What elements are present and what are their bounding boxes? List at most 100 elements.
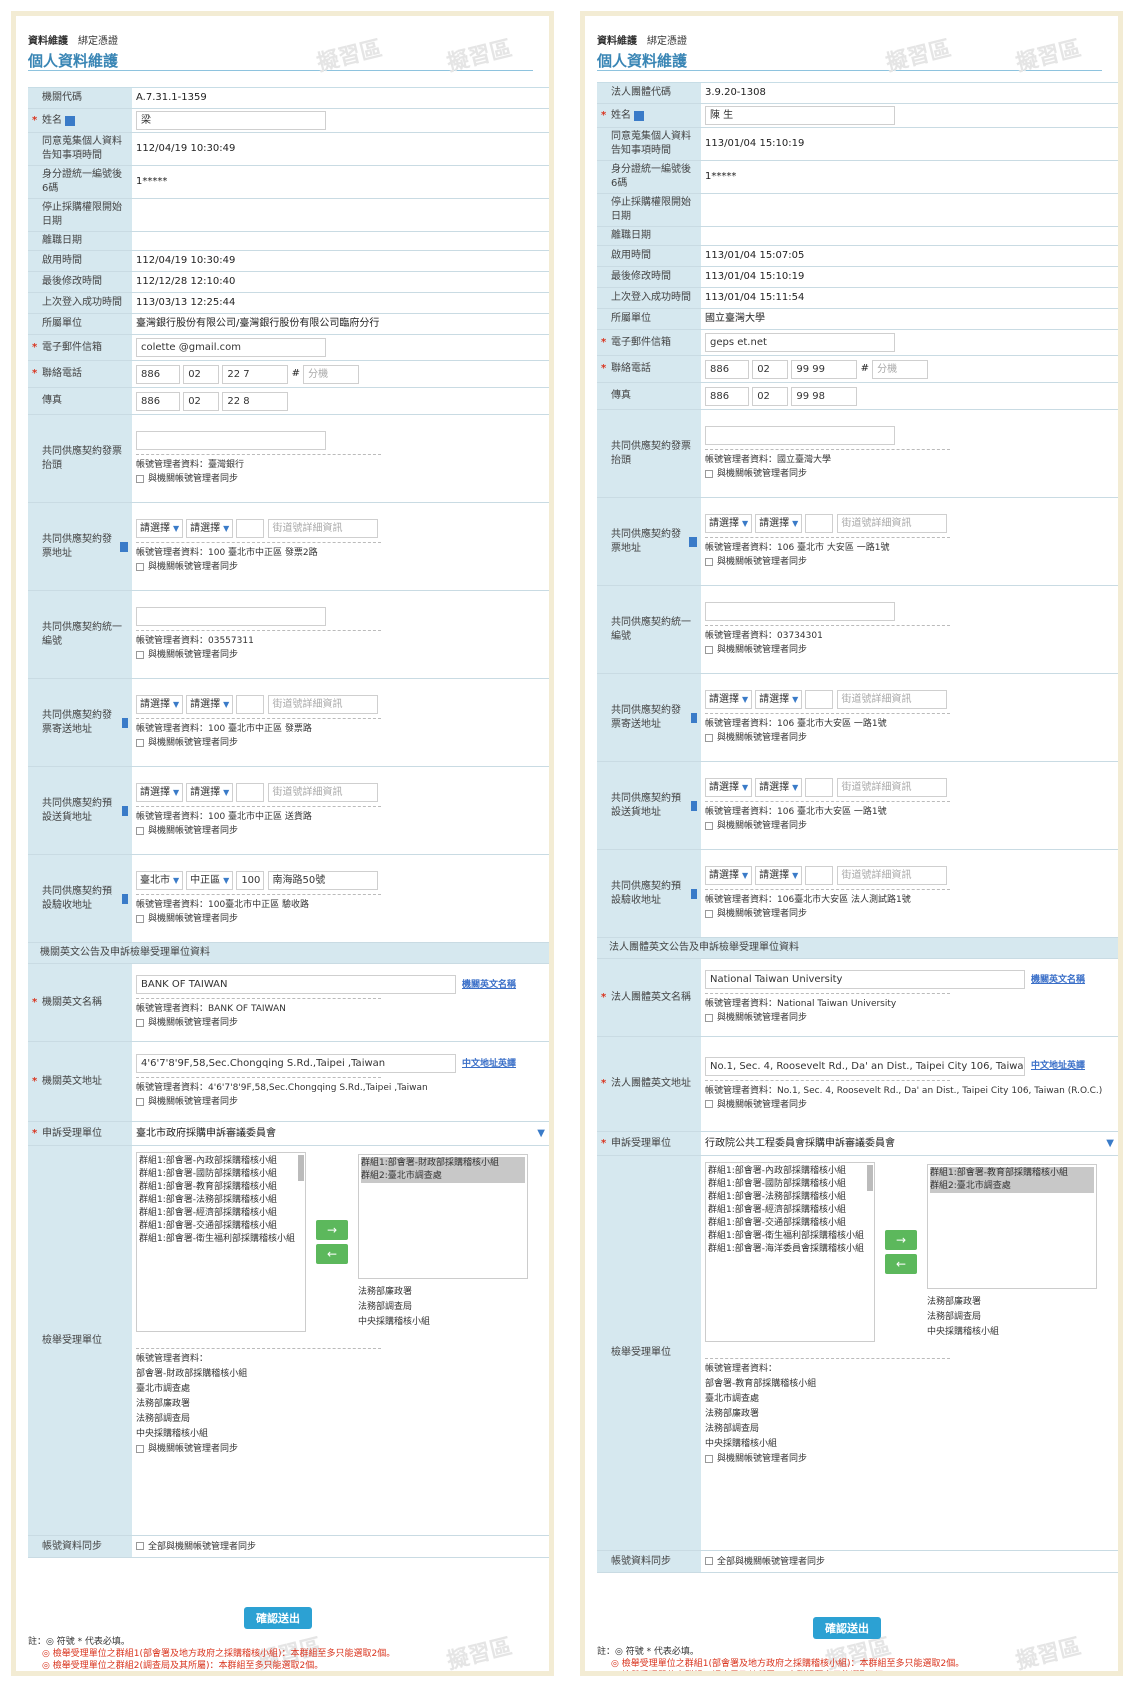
sync-checkbox[interactable]: 與機關帳號管理者同步	[705, 907, 1114, 921]
checkbox-icon[interactable]	[136, 474, 144, 483]
help-icon[interactable]	[690, 712, 697, 723]
phone-number-input[interactable]: 99 99	[791, 359, 858, 379]
complaint-unit-select[interactable]: 行政院公共工程委員會採購申訴審議委員會 ▼	[705, 1137, 1114, 1151]
zip-input[interactable]: 100	[236, 870, 265, 890]
help-icon[interactable]	[121, 893, 128, 904]
english-name-link[interactable]: 機關英文名稱	[462, 978, 516, 992]
street-input[interactable]: 街道號詳細資訊	[836, 777, 947, 797]
sync-checkbox[interactable]: 與機關帳號管理者同步	[705, 467, 1114, 481]
checkbox-icon[interactable]	[136, 1018, 144, 1027]
street-input[interactable]: 街道號詳細資訊	[267, 694, 378, 714]
phone-area-input[interactable]: 02	[183, 364, 220, 384]
city-select[interactable]: 請選擇 ▼	[705, 514, 753, 534]
fax-country-input[interactable]: 886	[136, 391, 180, 411]
dropdown-arrow-icon[interactable]: ▼	[537, 1127, 545, 1141]
sync-checkbox[interactable]: 與機關帳號管理者同步	[705, 1452, 1114, 1466]
zip-input[interactable]	[236, 694, 265, 714]
checkbox-icon[interactable]	[705, 557, 713, 566]
report-option[interactable]: 群組1:部會署-海洋委員會採購稽核小組	[708, 1243, 872, 1256]
checkbox-icon[interactable]	[136, 1097, 144, 1106]
checkbox-icon[interactable]	[705, 1557, 713, 1565]
district-select[interactable]: 請選擇 ▼	[755, 690, 803, 710]
account-sync-checkbox[interactable]: 全部與機關帳號管理者同步	[136, 1540, 545, 1554]
invoice-title-input[interactable]	[705, 426, 895, 445]
street-input[interactable]: 街道號詳細資訊	[267, 782, 378, 802]
checkbox-icon[interactable]	[136, 650, 144, 659]
report-option[interactable]: 群組1:部會署-國防部採購稽核小組	[708, 1178, 872, 1191]
city-select[interactable]: 請選擇 ▼	[705, 866, 753, 886]
fax-country-input[interactable]: 886	[705, 386, 749, 406]
help-icon[interactable]	[65, 115, 75, 126]
phone-ext-input[interactable]: 分機	[872, 359, 929, 379]
zip-input[interactable]	[805, 689, 834, 709]
move-right-button[interactable]: →	[885, 1230, 917, 1250]
report-option[interactable]: 群組1:部會署-經濟部採購稽核小組	[139, 1207, 303, 1220]
sync-checkbox[interactable]: 與機關帳號管理者同步	[705, 819, 1114, 833]
district-select[interactable]: 請選擇 ▼	[186, 695, 234, 715]
tab-bind-certificate[interactable]: 綁定憑證	[647, 36, 687, 47]
email-input[interactable]: colette @gmail.com	[136, 338, 326, 357]
street-input[interactable]: 街道號詳細資訊	[267, 518, 378, 538]
report-option[interactable]: 群組1:部會署-衛生福利部採購稽核小組	[139, 1233, 303, 1246]
report-option[interactable]: 群組1:部會署-衛生福利部採購稽核小組	[708, 1230, 872, 1243]
zip-input[interactable]	[236, 518, 265, 538]
english-name-input[interactable]: National Taiwan University	[705, 970, 1025, 989]
english-name-link[interactable]: 機關英文名稱	[1031, 973, 1085, 987]
help-icon[interactable]	[690, 800, 697, 811]
sync-checkbox[interactable]: 與機關帳號管理者同步	[705, 731, 1114, 745]
district-select[interactable]: 請選擇 ▼	[186, 519, 234, 539]
help-icon[interactable]	[689, 536, 697, 547]
checkbox-icon[interactable]	[705, 1454, 713, 1463]
tax-id-input[interactable]	[705, 602, 895, 621]
complaint-unit-select[interactable]: 臺北市政府採購申訴審議委員會 ▼	[136, 1127, 545, 1141]
report-option[interactable]: 群組1:部會署-交通部採購稽核小組	[708, 1217, 872, 1230]
city-select[interactable]: 請選擇 ▼	[136, 783, 184, 803]
sync-checkbox[interactable]: 與機關帳號管理者同步	[136, 1442, 545, 1456]
help-icon[interactable]	[690, 888, 697, 899]
fax-area-input[interactable]: 02	[752, 386, 789, 406]
phone-area-input[interactable]: 02	[752, 359, 789, 379]
report-selected-option[interactable]: 群組1:部會署-財政部採購稽核小組	[361, 1157, 525, 1170]
checkbox-icon[interactable]	[136, 826, 144, 835]
address-translate-link[interactable]: 中文地址英譯	[1031, 1059, 1085, 1073]
move-left-button[interactable]: ←	[316, 1244, 348, 1264]
zip-input[interactable]	[805, 865, 834, 885]
zip-input[interactable]	[805, 777, 834, 797]
sync-checkbox[interactable]: 與機關帳號管理者同步	[136, 472, 545, 486]
scrollbar[interactable]	[298, 1155, 304, 1181]
submit-button[interactable]: 確認送出	[244, 1607, 312, 1629]
city-select[interactable]: 請選擇 ▼	[705, 778, 753, 798]
district-select[interactable]: 請選擇 ▼	[186, 783, 234, 803]
report-selected-option[interactable]: 群組2:臺北市調查處	[361, 1170, 525, 1183]
report-option[interactable]: 群組1:部會署-法務部採購稽核小組	[708, 1191, 872, 1204]
zip-input[interactable]	[236, 782, 265, 802]
name-input[interactable]: 梁	[136, 111, 326, 130]
sync-checkbox[interactable]: 與機關帳號管理者同步	[136, 824, 545, 838]
district-select[interactable]: 中正區 ▼	[186, 871, 234, 891]
city-select[interactable]: 請選擇 ▼	[136, 519, 184, 539]
fax-area-input[interactable]: 02	[183, 391, 220, 411]
tab-bind-certificate[interactable]: 綁定憑證	[78, 36, 118, 47]
checkbox-icon[interactable]	[136, 562, 144, 571]
english-address-input[interactable]: No.1, Sec. 4, Roosevelt Rd., Da' an Dist…	[705, 1056, 1025, 1076]
checkbox-icon[interactable]	[705, 909, 713, 918]
address-translate-link[interactable]: 中文地址英譯	[462, 1057, 516, 1071]
sync-checkbox[interactable]: 與機關帳號管理者同步	[136, 912, 545, 926]
selected-report-list[interactable]: 群組1:部會署-教育部採購稽核小組 群組2:臺北市調查處	[927, 1164, 1097, 1289]
report-option[interactable]: 群組1:部會署-國防部採購稽核小組	[139, 1168, 303, 1181]
district-select[interactable]: 請選擇 ▼	[755, 778, 803, 798]
help-icon[interactable]	[121, 717, 128, 728]
checkbox-icon[interactable]	[705, 1013, 713, 1022]
email-input[interactable]: geps et.net	[705, 333, 895, 352]
district-select[interactable]: 請選擇 ▼	[755, 866, 803, 886]
street-input[interactable]: 南海路50號	[267, 870, 378, 890]
phone-number-input[interactable]: 22 7	[222, 364, 289, 384]
available-report-list[interactable]: 群組1:部會署-內政部採購稽核小組 群組1:部會署-國防部採購稽核小組 群組1:部會…	[136, 1152, 306, 1332]
report-option[interactable]: 群組1:部會署-內政部採購稽核小組	[708, 1165, 872, 1178]
sync-checkbox[interactable]: 與機關帳號管理者同步	[136, 560, 545, 574]
account-sync-checkbox[interactable]: 全部與機關帳號管理者同步	[705, 1555, 1114, 1569]
fax-number-input[interactable]: 99 98	[791, 386, 858, 406]
help-icon[interactable]	[121, 805, 128, 816]
street-input[interactable]: 街道號詳細資訊	[836, 865, 947, 885]
phone-country-input[interactable]: 886	[136, 364, 180, 384]
